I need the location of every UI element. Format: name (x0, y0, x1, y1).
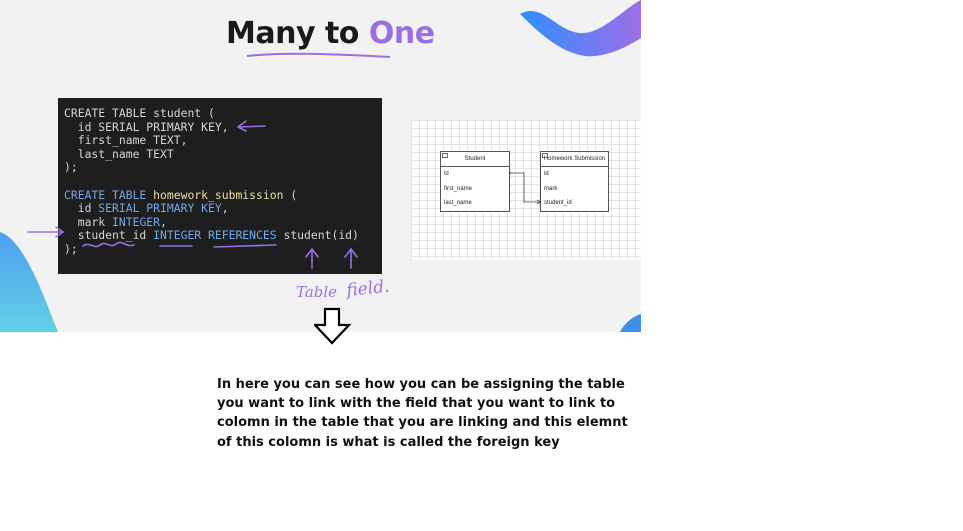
handwritten-field-label: field. (343, 277, 390, 302)
handwritten-annotations: Table field. (27, 120, 390, 302)
arrow-pointer-icon (238, 125, 266, 128)
slide-image: Many to One CREATE TABLE student ( id SE… (0, 0, 641, 332)
explanation-text: In here you can see how you can be assig… (217, 377, 628, 450)
handwritten-table-label: Table (296, 283, 337, 301)
down-arrow-icon (314, 307, 352, 345)
